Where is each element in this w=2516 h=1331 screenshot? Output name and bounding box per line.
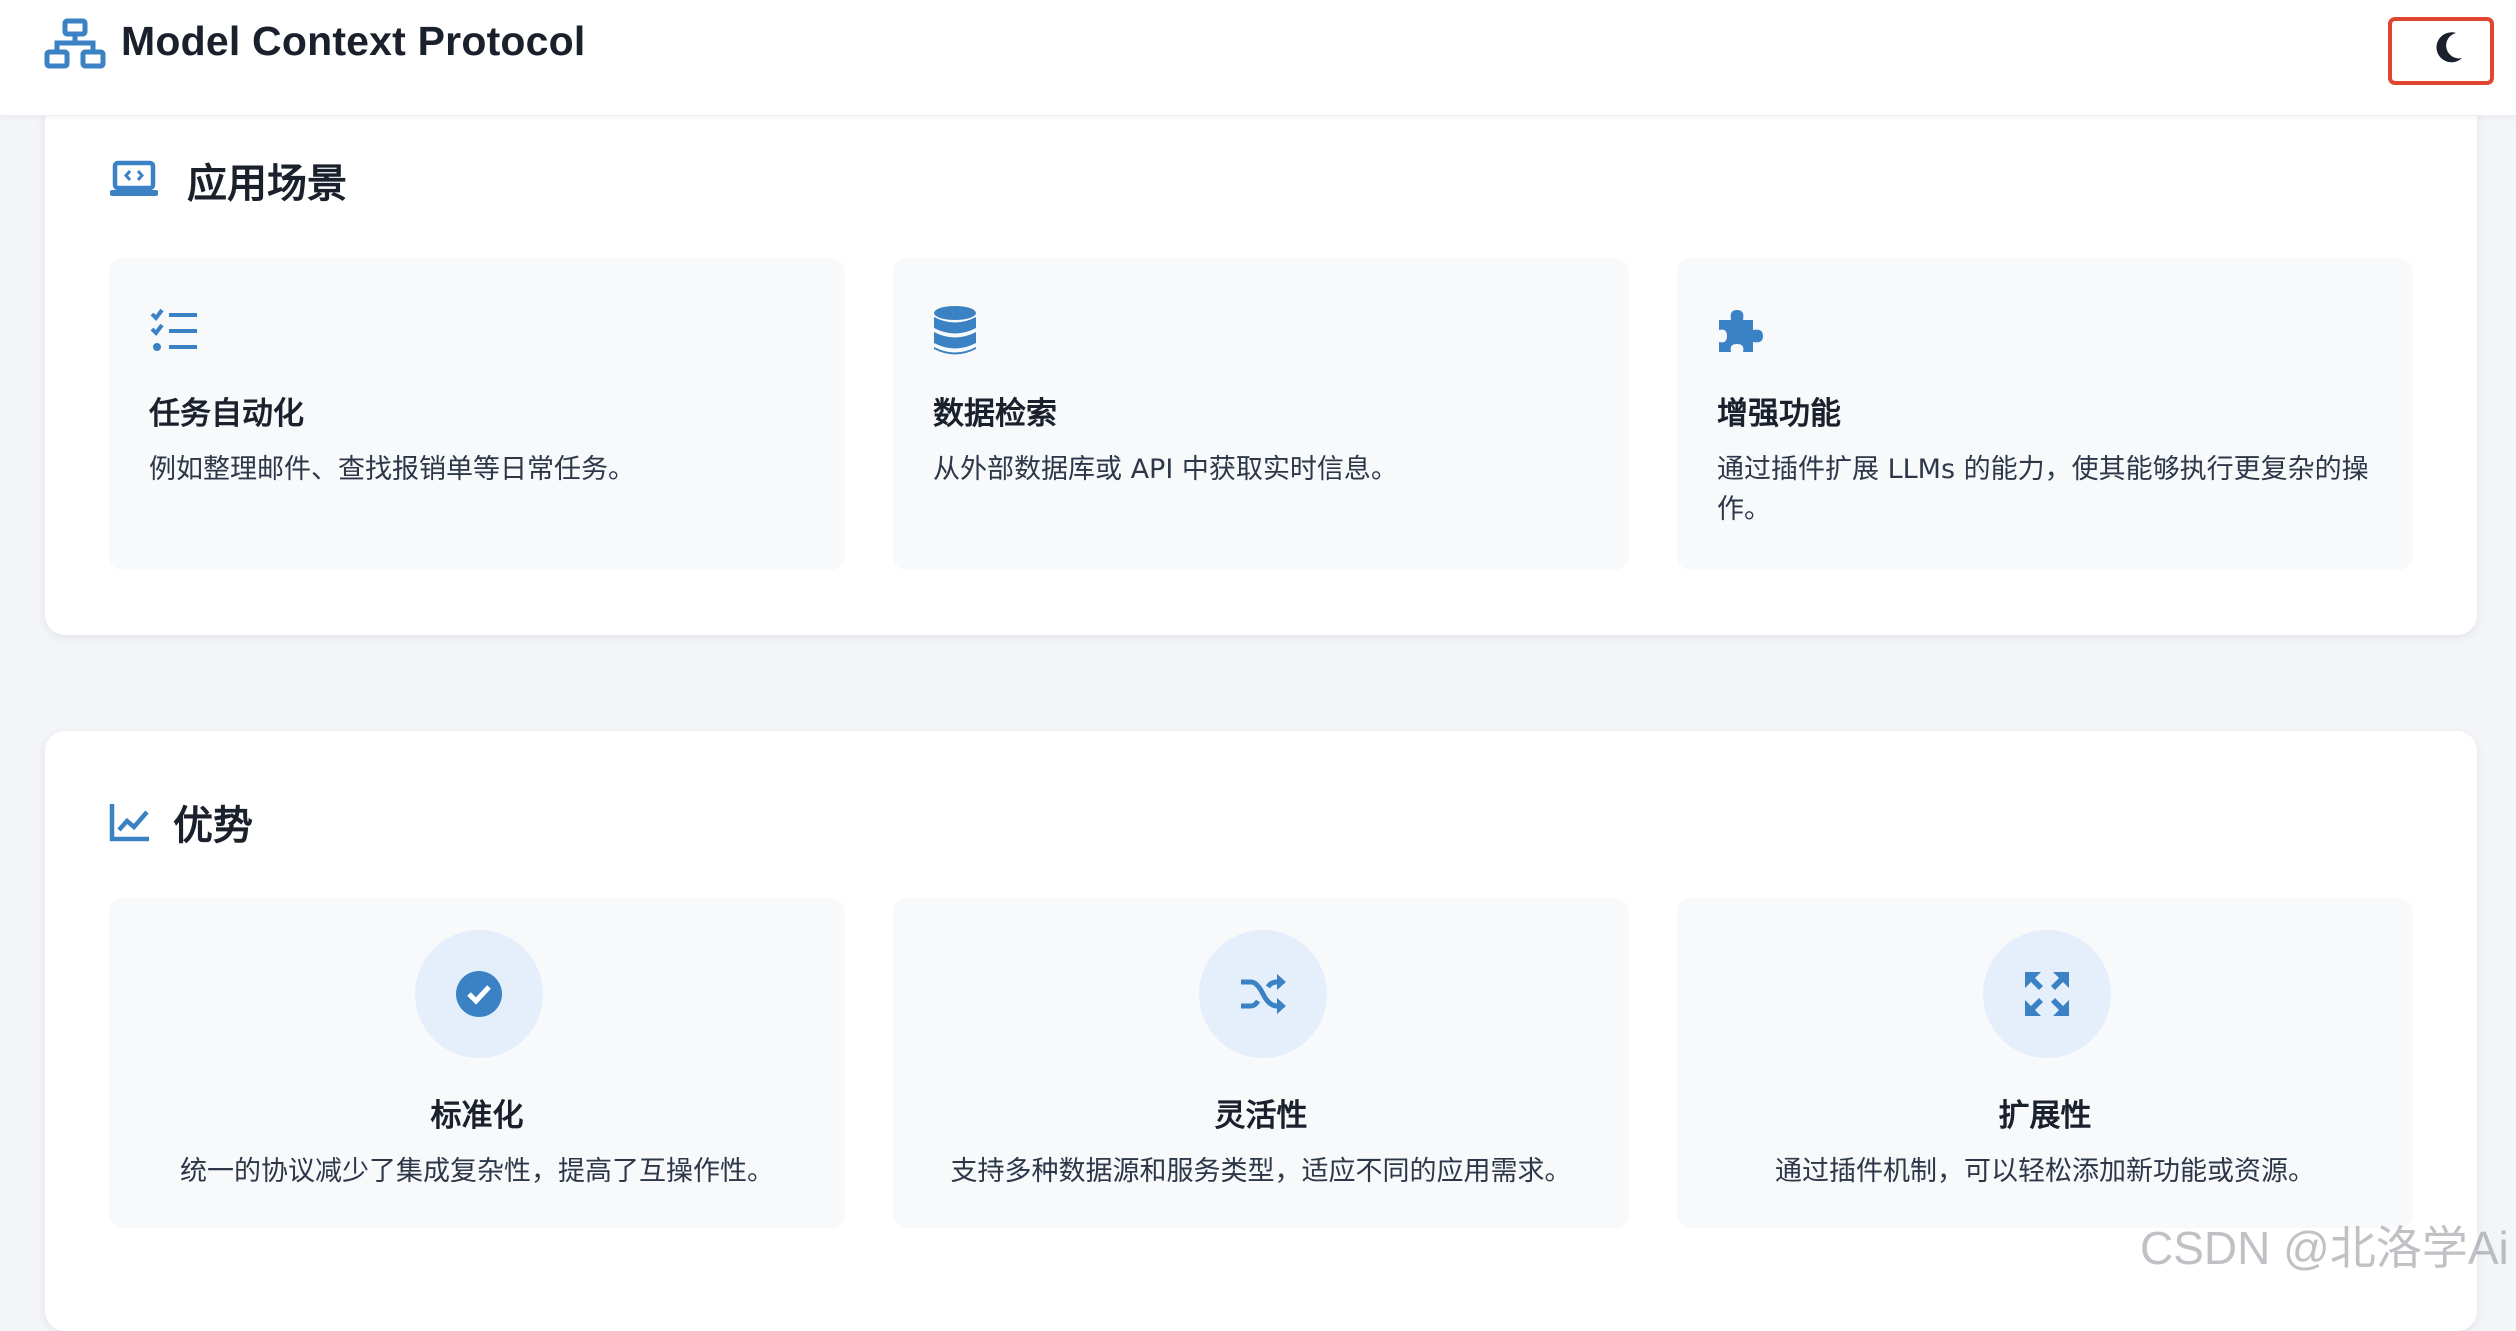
top-header: Model Context Protocol [0, 0, 2516, 116]
check-circle-icon [456, 971, 502, 1017]
shuffle-icon [1241, 974, 1286, 1014]
use-cases-heading: 应用场景 [109, 150, 347, 210]
icon-circle [1199, 930, 1327, 1058]
moon-icon [2436, 32, 2462, 63]
card-description: 例如整理邮件、查找报销单等日常任务。 [149, 454, 635, 485]
advantage-card: 标准化 统一的协议减少了集成复杂性，提高了互操作性。 [109, 898, 845, 1228]
network-icon [44, 18, 106, 69]
expand-arrows-icon [2025, 972, 2069, 1016]
card-description: 通过插件扩展 LLMs 的能力，使其能够执行更复杂的操作。 [1717, 454, 2369, 525]
use-case-card: 增强功能 通过插件扩展 LLMs 的能力，使其能够执行更复杂的操作。 [1677, 258, 2413, 570]
card-title: 数据检索 [933, 396, 1057, 432]
advantage-card: 灵活性 支持多种数据源和服务类型，适应不同的应用需求。 [893, 898, 1629, 1228]
use-case-card: 任务自动化 例如整理邮件、查找报销单等日常任务。 [109, 258, 845, 570]
advantages-title: 优势 [173, 803, 253, 849]
card-title: 任务自动化 [149, 396, 304, 432]
card-description: 从外部数据库或 API 中获取实时信息。 [933, 454, 1398, 485]
card-title: 扩展性 [1998, 1098, 2092, 1134]
app-title: Model Context Protocol [121, 18, 586, 64]
icon-circle [1983, 930, 2111, 1058]
watermark: CSDN @北洛学Ai [2140, 1222, 2509, 1274]
task-list-icon [150, 308, 197, 351]
advantage-card: 扩展性 通过插件机制，可以轻松添加新功能或资源。 [1677, 898, 2413, 1228]
icon-circle [415, 930, 543, 1058]
use-cases-title: 应用场景 [187, 161, 347, 207]
chart-line-icon [109, 804, 149, 842]
card-description: 统一的协议减少了集成复杂性，提高了互操作性。 [180, 1156, 774, 1187]
card-title: 标准化 [430, 1098, 524, 1134]
use-case-card: 数据检索 从外部数据库或 API 中获取实时信息。 [893, 258, 1629, 570]
laptop-code-icon [110, 160, 158, 196]
card-description: 通过插件机制，可以轻松添加新功能或资源。 [1775, 1156, 2315, 1187]
card-title: 增强功能 [1717, 396, 1841, 432]
puzzle-icon [1719, 310, 1763, 352]
card-description: 支持多种数据源和服务类型，适应不同的应用需求。 [950, 1156, 1572, 1187]
theme-toggle-button[interactable] [2388, 17, 2494, 85]
card-title: 灵活性 [1214, 1098, 1308, 1134]
advantages-heading: 优势 [109, 792, 253, 852]
database-icon [934, 306, 976, 355]
